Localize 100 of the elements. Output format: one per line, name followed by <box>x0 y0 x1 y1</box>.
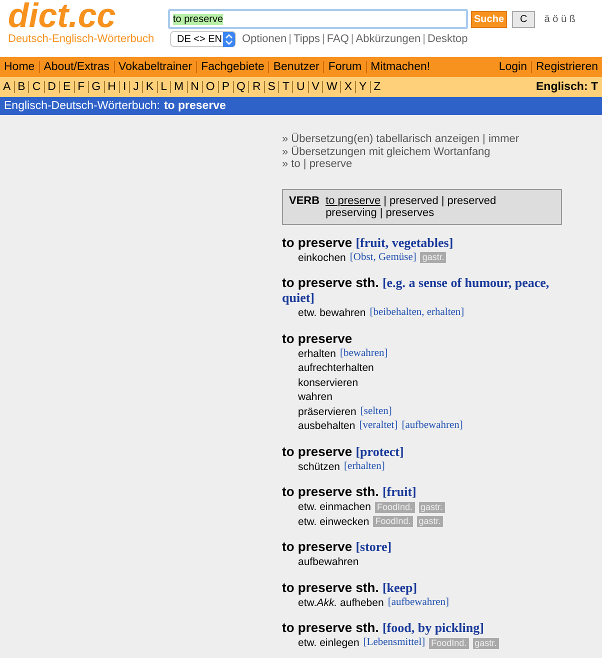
verb-label: VERB <box>289 194 320 208</box>
letter-link[interactable]: Q <box>234 81 250 93</box>
translation[interactable]: etw. einlegen <box>298 636 360 650</box>
translation[interactable]: etw.Akk. aufheben <box>298 596 384 610</box>
nav-link[interactable]: Vokabeltrainer <box>114 61 198 73</box>
entry-heading[interactable]: to preserve <box>282 330 582 346</box>
option-link[interactable]: » Übersetzung(en) tabellarisch anzeigen | immer <box>282 133 602 146</box>
header-link[interactable]: Optionen <box>242 33 287 45</box>
usage-note: [aufbewahren] <box>388 596 450 610</box>
translation[interactable]: etw. einmachen <box>298 500 371 514</box>
nav-link[interactable]: Benutzer <box>269 61 324 73</box>
stepper-icon[interactable] <box>223 32 235 46</box>
special-char-link[interactable]: ä <box>544 14 553 24</box>
special-char-link[interactable]: ü <box>560 14 570 24</box>
separator: | <box>384 194 386 206</box>
header-link[interactable]: Desktop <box>427 33 468 45</box>
entry-heading[interactable]: to preserve sth. [e.g. a sense of humour, peace, quiet] <box>282 275 582 305</box>
translation[interactable]: aufrechterhalten <box>298 361 374 376</box>
letter-link[interactable]: X <box>341 81 356 93</box>
usage-note: [Lebensmittel] <box>363 636 426 650</box>
entry-heading[interactable]: to preserve [fruit, vegetables] <box>282 234 582 250</box>
clear-button[interactable]: C <box>512 10 536 28</box>
search-field[interactable]: to preserve <box>168 9 468 29</box>
translation[interactable]: präservieren <box>298 404 356 419</box>
letter-link[interactable]: O <box>202 81 219 93</box>
nav-link[interactable]: Fachgebiete <box>197 61 270 73</box>
letter-link[interactable]: H <box>104 81 120 93</box>
letter-link[interactable]: N <box>188 81 203 93</box>
verb-form: preserved <box>389 194 438 206</box>
usage-note: [beibehalten, erhalten] <box>370 306 464 320</box>
entry-heading[interactable]: to preserve sth. [fruit] <box>282 484 582 499</box>
translation[interactable]: erhalten <box>298 346 336 361</box>
subject-tag: gastr. <box>418 502 445 513</box>
header-link[interactable]: Abkürzungen <box>356 33 421 45</box>
letter-link[interactable]: V <box>308 81 324 93</box>
nav-link[interactable]: Registrieren <box>532 61 602 73</box>
subject-tag: FoodInd. <box>373 516 413 528</box>
letter-link[interactable]: E <box>60 81 75 93</box>
special-char-link[interactable]: ö <box>552 14 561 24</box>
translation[interactable]: einkochen <box>298 250 346 265</box>
translation[interactable]: konservieren <box>298 376 358 390</box>
letter-link[interactable]: D <box>44 81 60 93</box>
nav-link[interactable]: Forum <box>324 61 367 73</box>
option-link[interactable]: » Übersetzungen mit gleichem Wortanfang <box>282 146 602 158</box>
letter-link[interactable]: W <box>323 81 342 93</box>
letter-link[interactable]: F <box>74 81 89 93</box>
usage-note: [bewahren] <box>340 346 388 360</box>
translation[interactable]: ausbehalten <box>298 419 356 434</box>
special-char-link[interactable]: ß <box>569 14 576 24</box>
option-link[interactable]: » to | preserve <box>282 158 602 170</box>
verb-form: preserves <box>386 206 434 218</box>
entry-heading[interactable]: to preserve [protect] <box>282 444 582 458</box>
letter-link[interactable]: R <box>249 81 265 93</box>
letter-link[interactable]: C <box>29 81 45 93</box>
letter-link[interactable]: K <box>142 81 158 93</box>
translation[interactable]: aufbewahren <box>298 555 359 570</box>
header-link[interactable]: FAQ <box>326 33 349 45</box>
subject-tag: FoodInd. <box>374 502 414 513</box>
translation[interactable]: etw. einwecken <box>298 514 370 529</box>
verb-form[interactable]: to preserve <box>326 194 381 206</box>
nav-link[interactable]: Home <box>0 61 40 73</box>
logo-subtitle: Deutsch-Englisch-Wörterbuch <box>8 33 154 45</box>
separator: | <box>322 33 325 45</box>
letter-link[interactable]: L <box>158 81 171 93</box>
nav-link[interactable]: About/Extras <box>40 61 115 73</box>
alphabet-label: Englisch: T <box>536 81 599 93</box>
title-label: Englisch-Deutsch-Wörterbuch: <box>4 99 160 114</box>
letter-link[interactable]: B <box>14 81 30 93</box>
separator: | <box>288 33 292 45</box>
letter-link[interactable]: G <box>88 81 105 93</box>
entry-heading[interactable]: to preserve sth. [keep] <box>282 580 582 594</box>
usage-note: [erhalten] <box>344 460 385 474</box>
entry-heading[interactable]: to preserve sth. [food, by pickling] <box>282 620 582 635</box>
subject-tag: FoodInd. <box>429 638 469 649</box>
subject-tag: gastr. <box>472 638 499 649</box>
letter-link[interactable]: P <box>218 81 234 93</box>
nav-link[interactable]: Mitmachen! <box>366 61 434 73</box>
separator: | <box>441 194 444 206</box>
usage-note: [aufbewahren] <box>402 419 463 433</box>
letter-link[interactable]: M <box>170 81 188 93</box>
letter-link[interactable]: J <box>130 81 143 93</box>
translation[interactable]: etw. bewahren <box>298 306 366 320</box>
header-link[interactable]: Tipps <box>294 33 320 45</box>
usage-note: [veraltet] <box>359 419 398 433</box>
letter-link[interactable]: U <box>293 81 309 93</box>
translation[interactable]: wahren <box>298 390 332 404</box>
letter-link[interactable]: A <box>0 81 15 93</box>
letter-link[interactable]: I <box>120 81 130 93</box>
letter-link[interactable]: Y <box>356 81 371 93</box>
separator: | <box>380 206 383 218</box>
direction-dropdown[interactable]: DE <> EN <box>170 31 236 47</box>
letter-link[interactable]: T <box>279 81 294 93</box>
nav-link[interactable]: Login <box>494 61 532 73</box>
letter-link[interactable]: Z <box>370 81 384 93</box>
usage-note: [Obst, Gemüse] <box>350 250 416 264</box>
title-query: to preserve <box>164 99 226 114</box>
letter-link[interactable]: S <box>264 81 280 93</box>
subject-tag: gastr. <box>420 252 446 264</box>
translation[interactable]: schützen <box>298 460 340 474</box>
entry-heading[interactable]: to preserve [store] <box>282 539 582 554</box>
